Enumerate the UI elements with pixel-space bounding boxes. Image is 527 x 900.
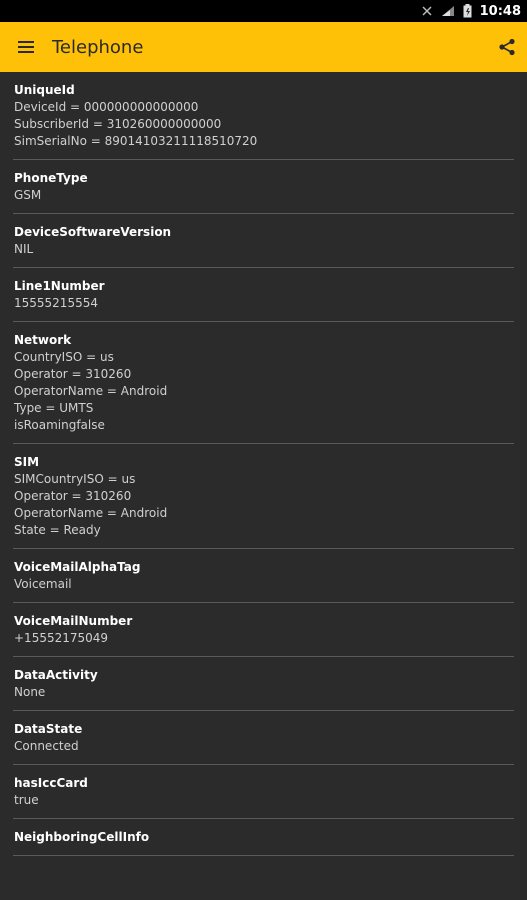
cell-signal-icon [441,6,454,16]
info-section: UniqueId DeviceId = 000000000000000 Subscr… [13,72,514,160]
info-section: DataActivity None [13,657,514,711]
section-title: VoiceMailAlphaTag [14,560,141,574]
section-value: GSM [14,188,42,202]
info-section: Network CountryISO = us Operator = 310260 O… [13,322,514,444]
section-value: None [14,685,46,699]
section-value: +15552175049 [14,631,109,645]
section-value: CountryISO = us [14,350,114,364]
signal-off-icon [422,6,432,16]
app-bar: Telephone [0,22,527,72]
section-value: Type = UMTS [14,401,94,415]
section-value: isRoamingfalse [14,418,105,432]
section-value: OperatorName = Android [14,506,168,520]
menu-button[interactable] [0,22,52,72]
section-title: hasIccCard [14,776,88,790]
section-value: NIL [14,242,34,256]
info-section: PhoneType GSM [13,160,514,214]
section-value: SubscriberId = 310260000000000 [14,117,222,131]
info-section: SIM SIMCountryISO = us Operator = 310260 Op… [13,444,514,549]
status-time: 10:48 [479,3,521,19]
section-value: Operator = 310260 [14,489,132,503]
info-section: VoiceMailAlphaTag Voicemail [13,549,514,603]
section-title: PhoneType [14,171,88,185]
section-value: Connected [14,739,79,753]
section-title: Network [14,333,72,347]
battery-icon [463,4,472,18]
section-value: SimSerialNo = 89014103211118510720 [14,134,258,148]
status-bar: 10:48 [0,0,527,22]
section-value: OperatorName = Android [14,384,168,398]
section-value: 15555215554 [14,296,98,310]
info-section: Line1Number 15555215554 [13,268,514,322]
share-icon [499,38,515,56]
section-title: Line1Number [14,279,105,293]
section-value: Voicemail [14,577,72,591]
section-title: VoiceMailNumber [14,614,133,628]
section-title: NeighboringCellInfo [14,830,150,844]
section-title: DataActivity [14,668,98,682]
info-section: NeighboringCellInfo [13,819,514,856]
info-section: VoiceMailNumber +15552175049 [13,603,514,657]
section-value: SIMCountryISO = us [14,472,136,486]
page-title: Telephone [52,36,144,58]
share-button[interactable] [487,22,527,72]
menu-icon [18,41,34,53]
section-value: Operator = 310260 [14,367,132,381]
info-section: DeviceSoftwareVersion NIL [13,214,514,268]
section-title: DataState [14,722,83,736]
info-section: DataState Connected [13,711,514,765]
telephony-info-list: UniqueId DeviceId = 000000000000000 Subscr… [0,72,527,856]
section-title: DeviceSoftwareVersion [14,225,172,239]
section-title: UniqueId [14,83,75,97]
section-value: true [14,793,39,807]
section-title: SIM [14,455,40,469]
section-value: State = Ready [14,523,101,537]
section-value: DeviceId = 000000000000000 [14,100,199,114]
info-section: hasIccCard true [13,765,514,819]
